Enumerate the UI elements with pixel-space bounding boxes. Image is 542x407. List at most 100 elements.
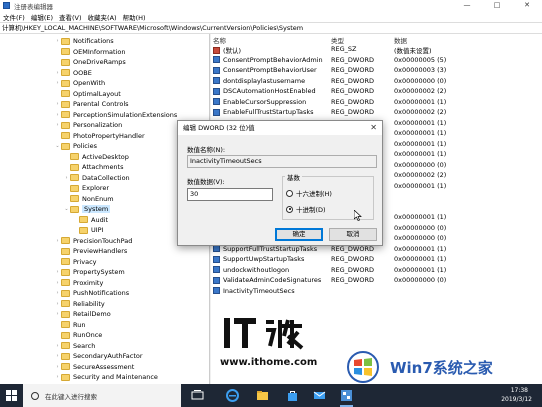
tree-item[interactable]: › Security and Maintenance [54, 372, 158, 383]
tree-item[interactable]: OptimalLayout [54, 89, 121, 100]
table-row[interactable]: ConsentPromptBehaviorUser REG_DWORD 0x0000… [211, 66, 542, 77]
table-row[interactable]: ValidateAdminCodeSignatures REG_DWORD 0x00… [211, 276, 542, 287]
tree-item[interactable]: › DataCollection [63, 173, 130, 184]
tree-item-policies[interactable]: ⌄ Policies [54, 141, 97, 152]
tree-item[interactable]: › SecureAssessment [54, 362, 135, 373]
table-row[interactable]: undockwithoutlogon REG_DWORD 0x00000001 (1… [211, 266, 542, 277]
taskbar-search[interactable]: 在此键入进行搜索 [23, 384, 181, 407]
clock-date[interactable]: 2019/3/12 [501, 396, 532, 403]
value-name-label: 数值名称(N): [187, 146, 226, 154]
edge-icon[interactable] [226, 389, 239, 402]
table-row[interactable]: EnableFullTrustStartupTasks REG_DWORD 0x00… [211, 108, 542, 119]
table-row[interactable]: SupportUwpStartupTasks REG_DWORD 0x0000000… [211, 255, 542, 266]
file-explorer-icon[interactable] [256, 389, 269, 402]
column-data[interactable]: 数据 [394, 35, 407, 45]
tree-item-system[interactable]: ⌄ System [63, 204, 111, 215]
ok-button[interactable]: 确定 [275, 228, 323, 241]
tree-item[interactable]: RunOnce [54, 330, 102, 341]
tree-item[interactable]: ActiveDesktop [63, 152, 129, 163]
tree-item[interactable]: PhotoPropertyHandler [54, 131, 145, 142]
folder-icon [61, 79, 70, 87]
folder-icon [61, 58, 70, 66]
search-icon [31, 391, 39, 400]
close-button[interactable]: ✕ [512, 0, 542, 11]
menu-favorites[interactable]: 收藏夹(A) [88, 12, 117, 22]
tree-item[interactable]: › SecondaryAuthFactor [54, 351, 143, 362]
title-bar: 注册表编辑器 — □ ✕ [0, 0, 542, 11]
folder-icon [61, 279, 70, 287]
address-bar[interactable]: 计算机\HKEY_LOCAL_MACHINE\SOFTWARE\Microsof… [0, 22, 542, 34]
table-row[interactable]: (默认) REG_SZ (数值未设置) [211, 45, 542, 56]
menu-help[interactable]: 帮助(H) [123, 12, 146, 22]
column-type[interactable]: 类型 [331, 35, 344, 45]
regedit-taskbar-icon[interactable] [340, 389, 353, 402]
dialog-title: 编辑 DWORD (32 位)值 [178, 121, 382, 135]
tree-item[interactable]: NonEnum [63, 194, 114, 205]
cancel-button[interactable]: 取消 [329, 228, 377, 241]
tree-item[interactable]: Attachments [63, 162, 124, 173]
folder-icon [61, 373, 70, 381]
tree-item[interactable]: › PushNotifications [54, 288, 130, 299]
radio-selected-icon [286, 205, 293, 213]
tree-item[interactable]: › PrecisionTouchPad [54, 236, 133, 247]
folder-icon [61, 268, 70, 276]
dialog-close-button[interactable]: ✕ [370, 121, 377, 135]
tree-item[interactable]: › OOBE [54, 68, 92, 79]
table-row[interactable]: SupportFullTrustStartupTasks REG_DWORD 0x0… [211, 245, 542, 256]
table-row[interactable]: dontdisplaylastusername REG_DWORD 0x000000… [211, 77, 542, 88]
windows-start-icon[interactable] [6, 390, 17, 401]
maximize-button[interactable]: □ [482, 0, 512, 11]
base-group-title: 基数 [285, 172, 302, 182]
store-icon[interactable] [286, 389, 299, 402]
tree-item[interactable]: OEMInformation [54, 47, 125, 58]
tree-item[interactable]: UIPI [72, 225, 104, 236]
table-row[interactable]: EnableCursorSuppression REG_DWORD 0x000000… [211, 98, 542, 109]
tree-item[interactable]: › Personalization [54, 120, 123, 131]
folder-icon [61, 69, 70, 77]
folder-icon [70, 174, 79, 182]
dword-value-icon [213, 255, 220, 263]
dword-value-icon [213, 56, 220, 63]
string-value-icon [213, 46, 220, 54]
tree-item[interactable]: Run [54, 320, 85, 331]
tree-item[interactable]: › Proximity [54, 278, 104, 289]
list-header: 名称 类型 数据 [211, 34, 542, 45]
menu-view[interactable]: 查看(V) [59, 12, 82, 22]
minimize-button[interactable]: — [452, 0, 482, 11]
tree-item[interactable]: Explorer [63, 183, 109, 194]
tree-item[interactable]: Audit [72, 215, 108, 226]
task-view-icon[interactable] [191, 389, 204, 402]
clock-time[interactable]: 17:38 [511, 387, 528, 394]
folder-icon [61, 310, 70, 318]
hex-radio[interactable]: 十六进制(H) [286, 188, 332, 198]
tree-item[interactable]: › OpenWith [54, 78, 106, 89]
tree-item[interactable]: › Search [54, 341, 96, 352]
tree-item[interactable]: › Parental Controls [54, 99, 129, 110]
folder-icon [70, 205, 79, 213]
value-data-input[interactable]: 30 [187, 188, 273, 201]
tree-item[interactable]: Privacy [54, 257, 97, 268]
menu-file[interactable]: 文件(F) [3, 12, 25, 22]
tree-item[interactable]: OneDriveRamps [54, 57, 126, 68]
table-row[interactable]: InactivityTimeoutSecs [211, 287, 542, 298]
menu-edit[interactable]: 编辑(E) [31, 12, 53, 22]
tree-item[interactable]: › PropertySystem [54, 267, 125, 278]
table-row[interactable]: DSCAutomationHostEnabled REG_DWORD 0x00000… [211, 87, 542, 98]
dword-value-icon [213, 87, 220, 95]
tree-item[interactable]: › Reliability [54, 299, 105, 310]
folder-icon [61, 247, 70, 255]
column-name[interactable]: 名称 [213, 35, 226, 45]
dword-value-icon [213, 266, 220, 273]
table-row[interactable]: ConsentPromptBehaviorAdmin REG_DWORD 0x000… [211, 56, 542, 67]
mail-icon[interactable] [313, 389, 326, 402]
tree-item[interactable]: › RetailDemo [54, 309, 111, 320]
tree-item[interactable]: › Notifications [54, 36, 114, 47]
folder-icon [61, 342, 70, 350]
decimal-radio[interactable]: 十进制(D) [286, 204, 326, 214]
window-controls: — □ ✕ [452, 0, 542, 11]
folder-icon [61, 142, 70, 150]
tree-item[interactable]: PreviewHandlers [54, 246, 127, 257]
tree-item[interactable]: › PerceptionSimulationExtensions [54, 110, 178, 121]
folder-icon [61, 90, 70, 98]
folder-icon [61, 258, 70, 266]
